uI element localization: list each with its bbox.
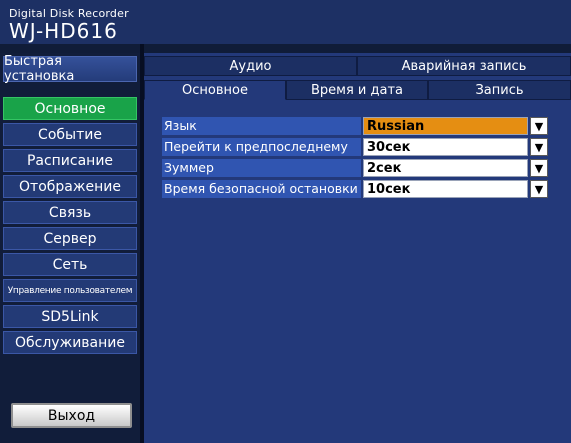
chevron-down-icon[interactable]: ▼ — [530, 138, 548, 156]
header-separator — [0, 44, 571, 53]
go-to-penultimate-select[interactable]: 30сек — [363, 138, 528, 156]
sidebar-item-sd5link[interactable]: SD5Link — [3, 305, 137, 328]
tab-basic[interactable]: Основное — [144, 80, 286, 100]
sidebar-item-maintenance[interactable]: Обслуживание — [3, 331, 137, 354]
tab-row-bottom: Основное Время и дата Запись — [144, 80, 571, 100]
sidebar-item-schedule[interactable]: Расписание — [3, 149, 137, 172]
sidebar-item-network[interactable]: Сеть — [3, 253, 137, 276]
main-panel: Аудио Аварийная запись Основное Время и … — [144, 53, 571, 443]
tab-audio[interactable]: Аудио — [144, 56, 357, 76]
tab-row-top: Аудио Аварийная запись — [144, 56, 571, 76]
chevron-down-icon[interactable]: ▼ — [530, 180, 548, 198]
quick-setup-button[interactable]: Быстрая установка — [3, 54, 137, 84]
setting-label: Время безопасной остановки — [162, 180, 361, 198]
sidebar-item-communication[interactable]: Связь — [3, 201, 137, 224]
setting-label: Перейти к предпоследнему — [162, 138, 361, 156]
language-select[interactable]: Russian — [363, 117, 528, 135]
sidebar-item-display[interactable]: Отображение — [3, 175, 137, 198]
setting-label: Зуммер — [162, 159, 361, 177]
tab-recording[interactable]: Запись — [428, 80, 571, 100]
app-header: Digital Disk Recorder WJ-HD616 — [0, 0, 571, 44]
tab-time-date[interactable]: Время и дата — [286, 80, 428, 100]
setting-label: Язык — [162, 117, 361, 135]
buzzer-select[interactable]: 2сек — [363, 159, 528, 177]
tab-emergency-recording[interactable]: Аварийная запись — [357, 56, 571, 76]
sidebar: Быстрая установка Основное Событие Распи… — [0, 53, 140, 443]
setting-row-safe-shutdown: Время безопасной остановки 10сек ▼ — [162, 180, 554, 198]
setting-row-buzzer: Зуммер 2сек ▼ — [162, 159, 554, 177]
safe-shutdown-select[interactable]: 10сек — [363, 180, 528, 198]
sidebar-item-event[interactable]: Событие — [3, 123, 137, 146]
setting-row-go-to-penultimate: Перейти к предпоследнему 30сек ▼ — [162, 138, 554, 156]
chevron-down-icon[interactable]: ▼ — [530, 159, 548, 177]
sidebar-item-server[interactable]: Сервер — [3, 227, 137, 250]
brand-logo: Digital Disk Recorder WJ-HD616 — [9, 8, 129, 41]
brand-subtitle: Digital Disk Recorder — [9, 7, 129, 20]
model-name: WJ-HD616 — [9, 19, 118, 43]
exit-button[interactable]: Выход — [11, 403, 132, 428]
chevron-down-icon[interactable]: ▼ — [530, 117, 548, 135]
setting-row-language: Язык Russian ▼ — [162, 117, 554, 135]
sidebar-item-basic[interactable]: Основное — [3, 97, 137, 120]
sidebar-item-user-management[interactable]: Управление пользователем — [3, 279, 137, 302]
